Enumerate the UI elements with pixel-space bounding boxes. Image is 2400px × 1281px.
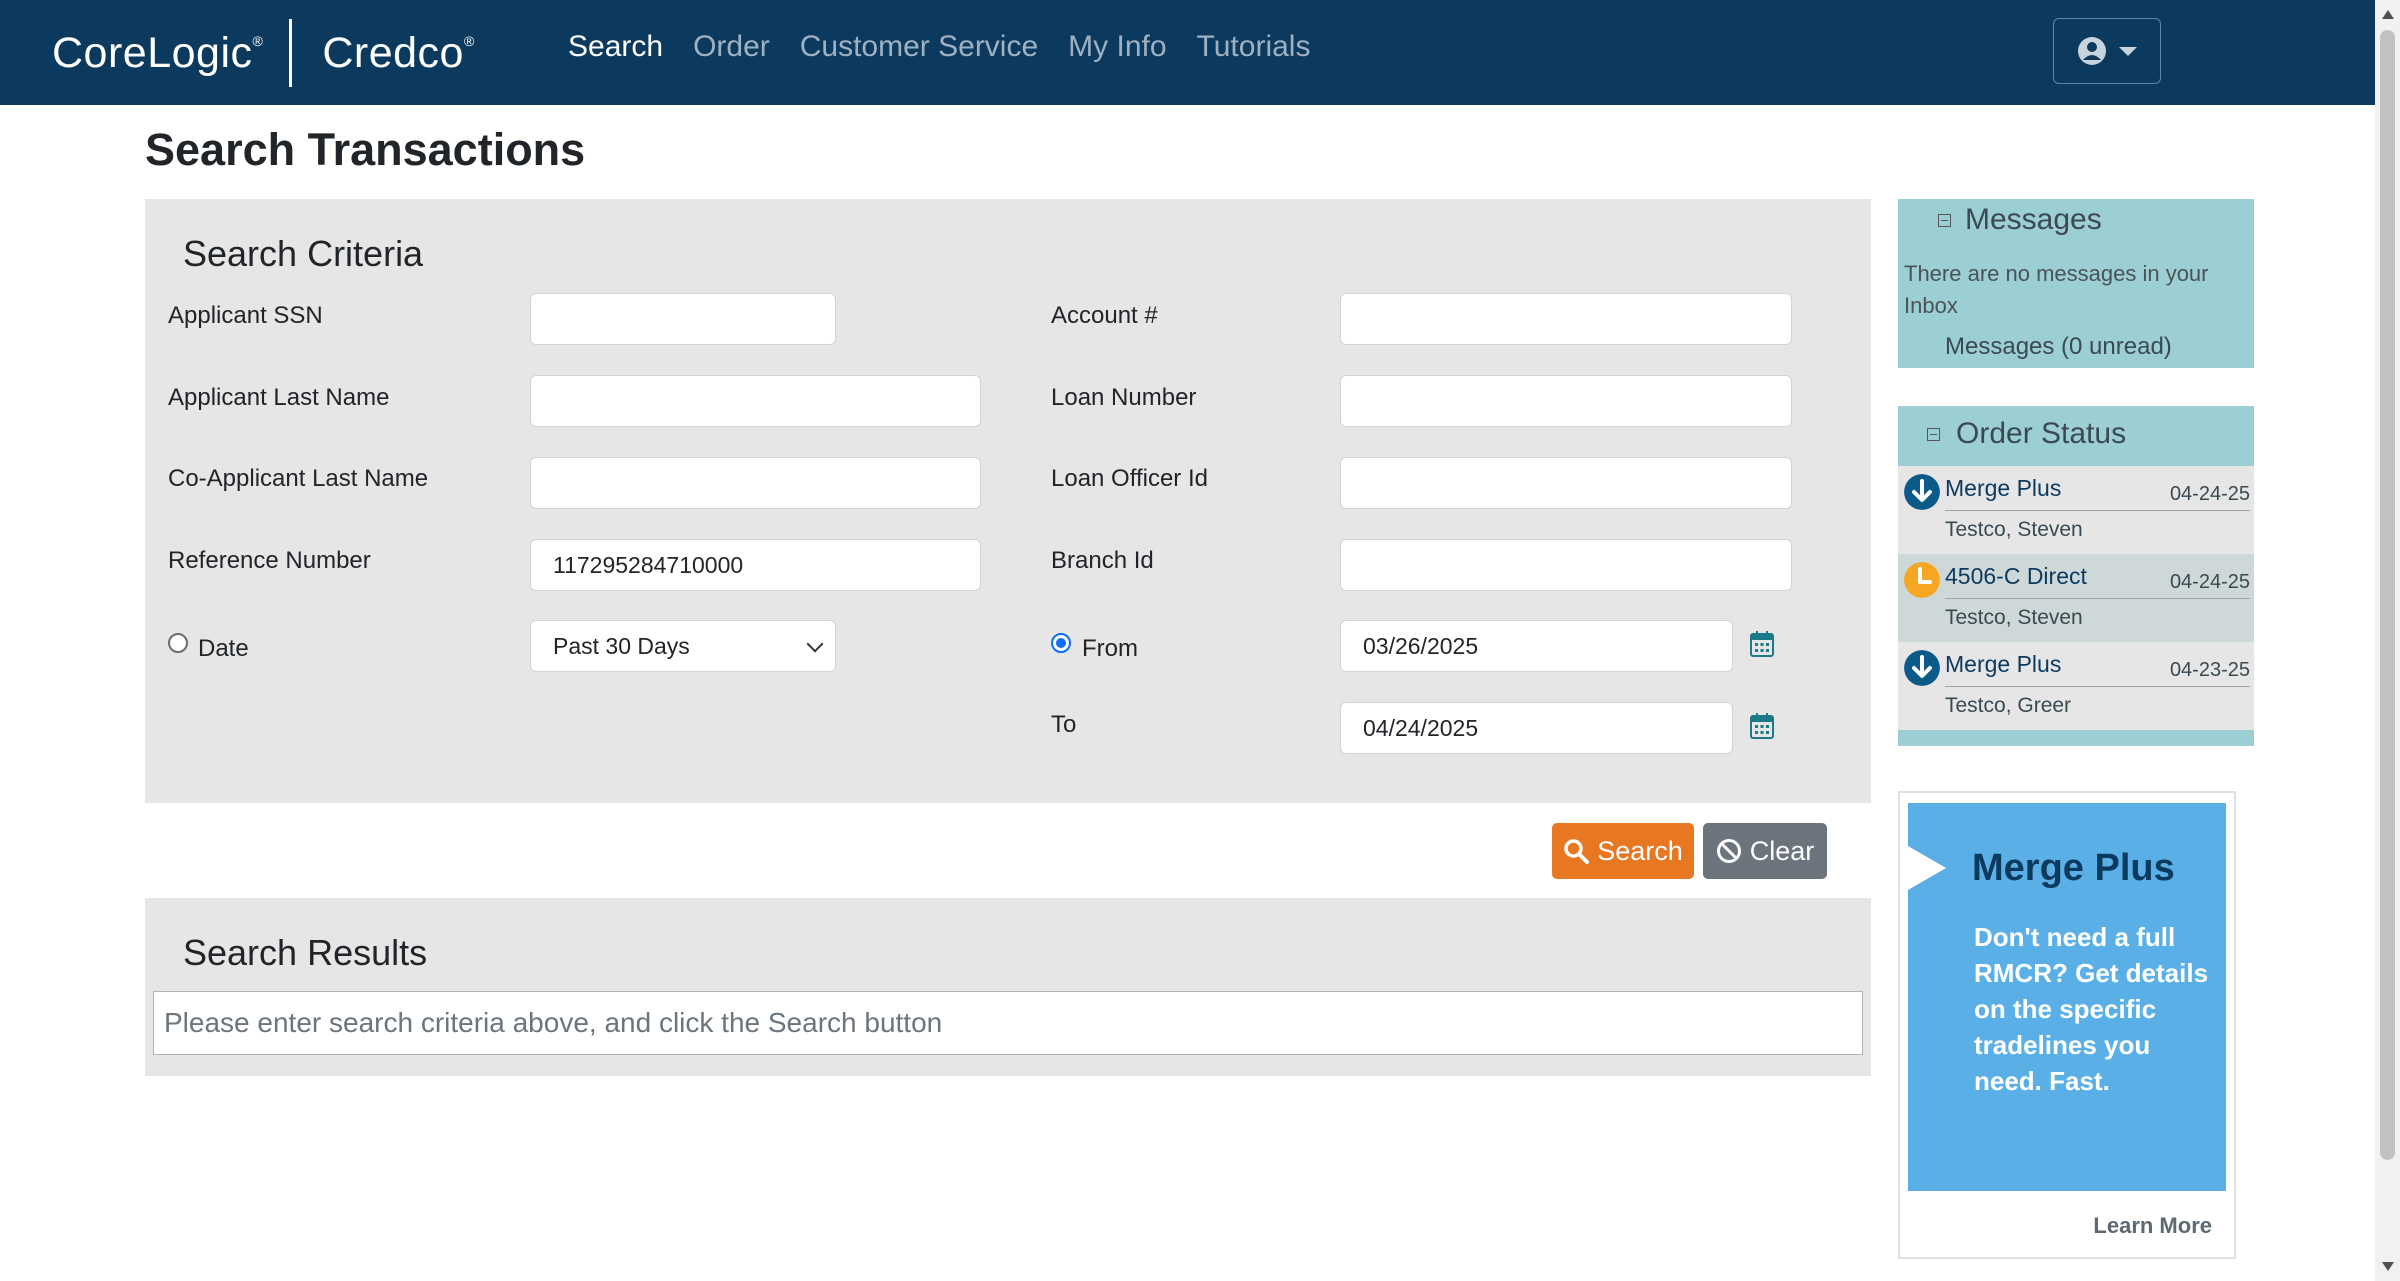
order-product-name[interactable]: Merge Plus [1945, 475, 2061, 502]
date-range-select[interactable]: Past 30 Days [530, 620, 836, 672]
search-results-placeholder: Please enter search criteria above, and … [153, 991, 1863, 1055]
clear-button-label: Clear [1749, 835, 1815, 866]
promo-triangle-graphic [1908, 846, 1946, 890]
chevron-down-icon [2119, 46, 2137, 56]
order-divider [1945, 598, 2250, 599]
corelogic-logo-text: CoreLogic® [52, 28, 264, 77]
page-scrollbar[interactable] [2375, 0, 2400, 1281]
applicant-last-name-label: Applicant Last Name [168, 384, 390, 411]
learn-more-link[interactable]: Learn More [2093, 1213, 2212, 1239]
top-navbar: CoreLogic® Credco® Search Order Customer… [0, 0, 2375, 105]
order-status-title: Order Status [1956, 417, 2127, 450]
search-button-label: Search [1597, 835, 1683, 866]
order-status-item[interactable]: Merge Plus 04-23-25 Testco, Greer [1898, 642, 2254, 730]
account-label: Account # [1051, 302, 1158, 329]
clear-button[interactable]: Clear [1703, 823, 1827, 879]
order-date: 04-23-25 [2169, 659, 2250, 681]
nav-search[interactable]: Search [568, 30, 663, 64]
loan-officer-id-input[interactable] [1340, 457, 1792, 509]
scroll-down-arrow-icon[interactable] [2382, 1262, 2394, 1271]
search-results-title: Search Results [183, 932, 428, 973]
promo-title: Merge Plus [1972, 847, 2175, 889]
applicant-last-name-input[interactable] [530, 375, 981, 427]
search-criteria-panel: Search Criteria Applicant SSN Applicant … [145, 199, 1871, 803]
download-arrow-icon [1904, 650, 1940, 686]
brand-divider [289, 19, 293, 87]
messages-panel: Messages There are no messages in your I… [1898, 199, 2254, 368]
order-divider [1945, 686, 2250, 687]
order-status-item[interactable]: Merge Plus 04-24-25 Testco, Steven [1898, 466, 2254, 554]
user-circle-icon [2078, 37, 2106, 65]
messages-title: Messages [1965, 203, 2102, 236]
download-arrow-icon [1904, 474, 1940, 510]
loan-number-label: Loan Number [1051, 384, 1197, 411]
order-applicant-name: Testco, Steven [1945, 606, 2083, 629]
account-input[interactable] [1340, 293, 1792, 345]
loan-number-input[interactable] [1340, 375, 1792, 427]
search-button[interactable]: Search [1552, 823, 1694, 879]
from-date-input[interactable]: 03/26/2025 [1340, 620, 1733, 672]
date-label: Date [198, 635, 249, 662]
credco-logo-text: Credco® [322, 28, 475, 77]
nav-tutorials[interactable]: Tutorials [1197, 30, 1311, 64]
calendar-icon[interactable] [1750, 713, 1774, 739]
to-date-input[interactable]: 04/24/2025 [1340, 702, 1733, 754]
loan-officer-id-label: Loan Officer Id [1051, 465, 1208, 492]
collapse-minus-icon[interactable] [1927, 428, 1940, 441]
search-icon [1564, 839, 1590, 864]
search-results-panel: Search Results Please enter search crite… [145, 898, 1871, 1076]
promo-body-text: Don't need a full RMCR? Get details on t… [1974, 922, 2209, 1096]
branch-id-label: Branch Id [1051, 547, 1154, 574]
scroll-up-arrow-icon[interactable] [2382, 10, 2394, 19]
clock-pending-icon [1904, 562, 1940, 598]
branch-id-input[interactable] [1340, 539, 1792, 591]
from-date-radio[interactable] [1051, 633, 1071, 653]
order-status-item[interactable]: 4506-C Direct 04-24-25 Testco, Steven [1898, 554, 2254, 642]
order-product-name[interactable]: 4506-C Direct [1945, 563, 2087, 590]
nav-my-info[interactable]: My Info [1068, 30, 1166, 64]
order-applicant-name: Testco, Steven [1945, 518, 2083, 541]
merge-plus-promo[interactable]: Merge Plus Don't need a full RMCR? Get d… [1898, 791, 2236, 1259]
messages-empty-text: There are no messages in your Inbox [1904, 261, 2209, 318]
coapplicant-last-name-input[interactable] [530, 457, 981, 509]
ban-icon [1716, 839, 1741, 863]
applicant-ssn-input[interactable] [530, 293, 836, 345]
order-applicant-name: Testco, Greer [1945, 694, 2072, 717]
to-label: To [1051, 711, 1077, 738]
main-nav: Search Order Customer Service My Info Tu… [568, 30, 1310, 64]
scrollbar-thumb[interactable] [2380, 30, 2395, 1160]
calendar-icon[interactable] [1750, 631, 1774, 657]
nav-order[interactable]: Order [693, 30, 770, 64]
nav-customer-service[interactable]: Customer Service [800, 30, 1038, 64]
reference-number-input[interactable]: 117295284710000 [530, 539, 981, 591]
search-criteria-title: Search Criteria [183, 233, 424, 274]
user-menu-button[interactable] [2053, 18, 2161, 84]
order-date: 04-24-25 [2169, 483, 2250, 505]
applicant-ssn-label: Applicant SSN [168, 302, 323, 329]
reference-number-label: Reference Number [168, 547, 371, 574]
chevron-down-icon [806, 635, 824, 653]
page-title: Search Transactions [145, 124, 586, 175]
brand-logo[interactable]: CoreLogic® Credco® [52, 18, 475, 88]
date-range-selected-value: Past 30 Days [553, 632, 690, 659]
promo-banner-image[interactable]: Merge Plus Don't need a full RMCR? Get d… [1908, 803, 2226, 1191]
coapplicant-last-name-label: Co-Applicant Last Name [168, 465, 429, 492]
order-date: 04-24-25 [2169, 571, 2250, 593]
order-status-panel: Order Status Merge Plus 04-24-25 Testco,… [1898, 406, 2254, 746]
from-label: From [1082, 635, 1138, 662]
date-range-radio[interactable] [168, 633, 188, 653]
messages-unread-link[interactable]: Messages (0 unread) [1945, 333, 2172, 361]
order-product-name[interactable]: Merge Plus [1945, 651, 2061, 678]
order-divider [1945, 510, 2250, 511]
collapse-minus-icon[interactable] [1938, 214, 1951, 227]
